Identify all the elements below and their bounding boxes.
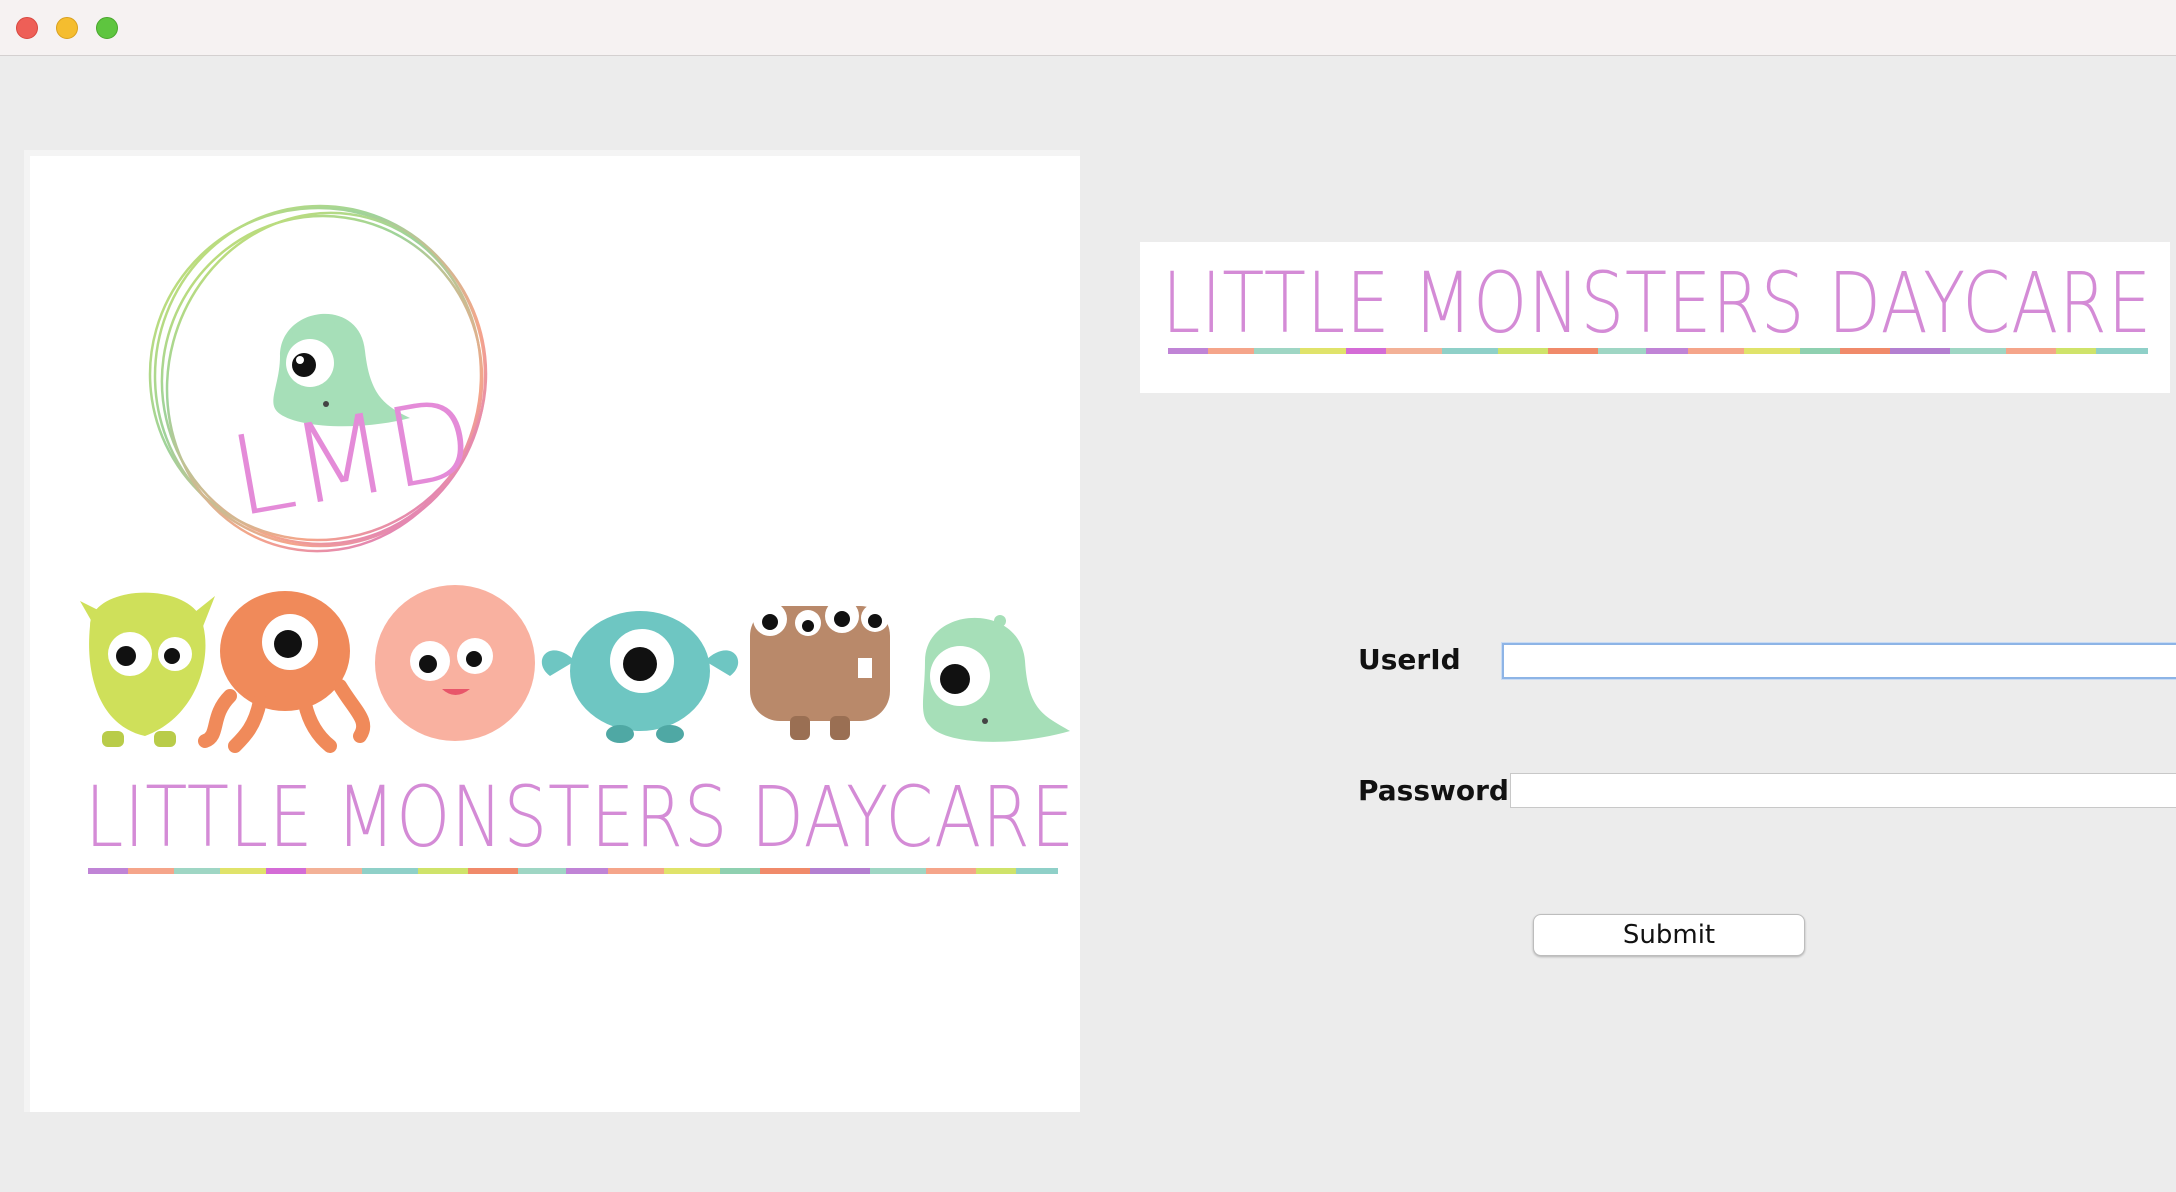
maximize-window-button[interactable] [96,17,118,39]
banner-brand-text: LITTLE MONSTERS DAYCARE [1162,254,2152,352]
minimize-window-button[interactable] [56,17,78,39]
logo-image: LMD LITTLE MONSTERS DAYCARE [24,150,1080,1112]
banner-image: LITTLE MONSTERS DAYCARE [1140,242,2170,393]
mint-monster-icon [922,615,1070,742]
submit-button[interactable]: Submit [1533,914,1805,956]
orange-monster-icon [198,591,371,753]
logo-brand-text: LITTLE MONSTERS DAYCARE [85,768,1075,866]
title-bar [0,0,2176,56]
password-field[interactable] [1510,773,2176,808]
brown-monster-icon [750,599,890,740]
teal-cyclops-monster-icon [541,611,739,743]
userid-label: UserId [1358,643,1461,676]
userid-field[interactable] [1502,643,2176,679]
close-window-button[interactable] [16,17,38,39]
monster-row [80,585,1070,753]
yellow-monster-icon [80,592,215,747]
logo-brand-stripe [88,868,1058,874]
password-label: Password [1358,774,1509,807]
banner-brand-stripe [1168,348,2148,354]
password-input[interactable] [1511,774,2176,807]
pink-fluffy-monster-icon [375,585,535,741]
monogram-text: LMD [221,373,483,541]
userid-input[interactable] [1504,645,2176,677]
